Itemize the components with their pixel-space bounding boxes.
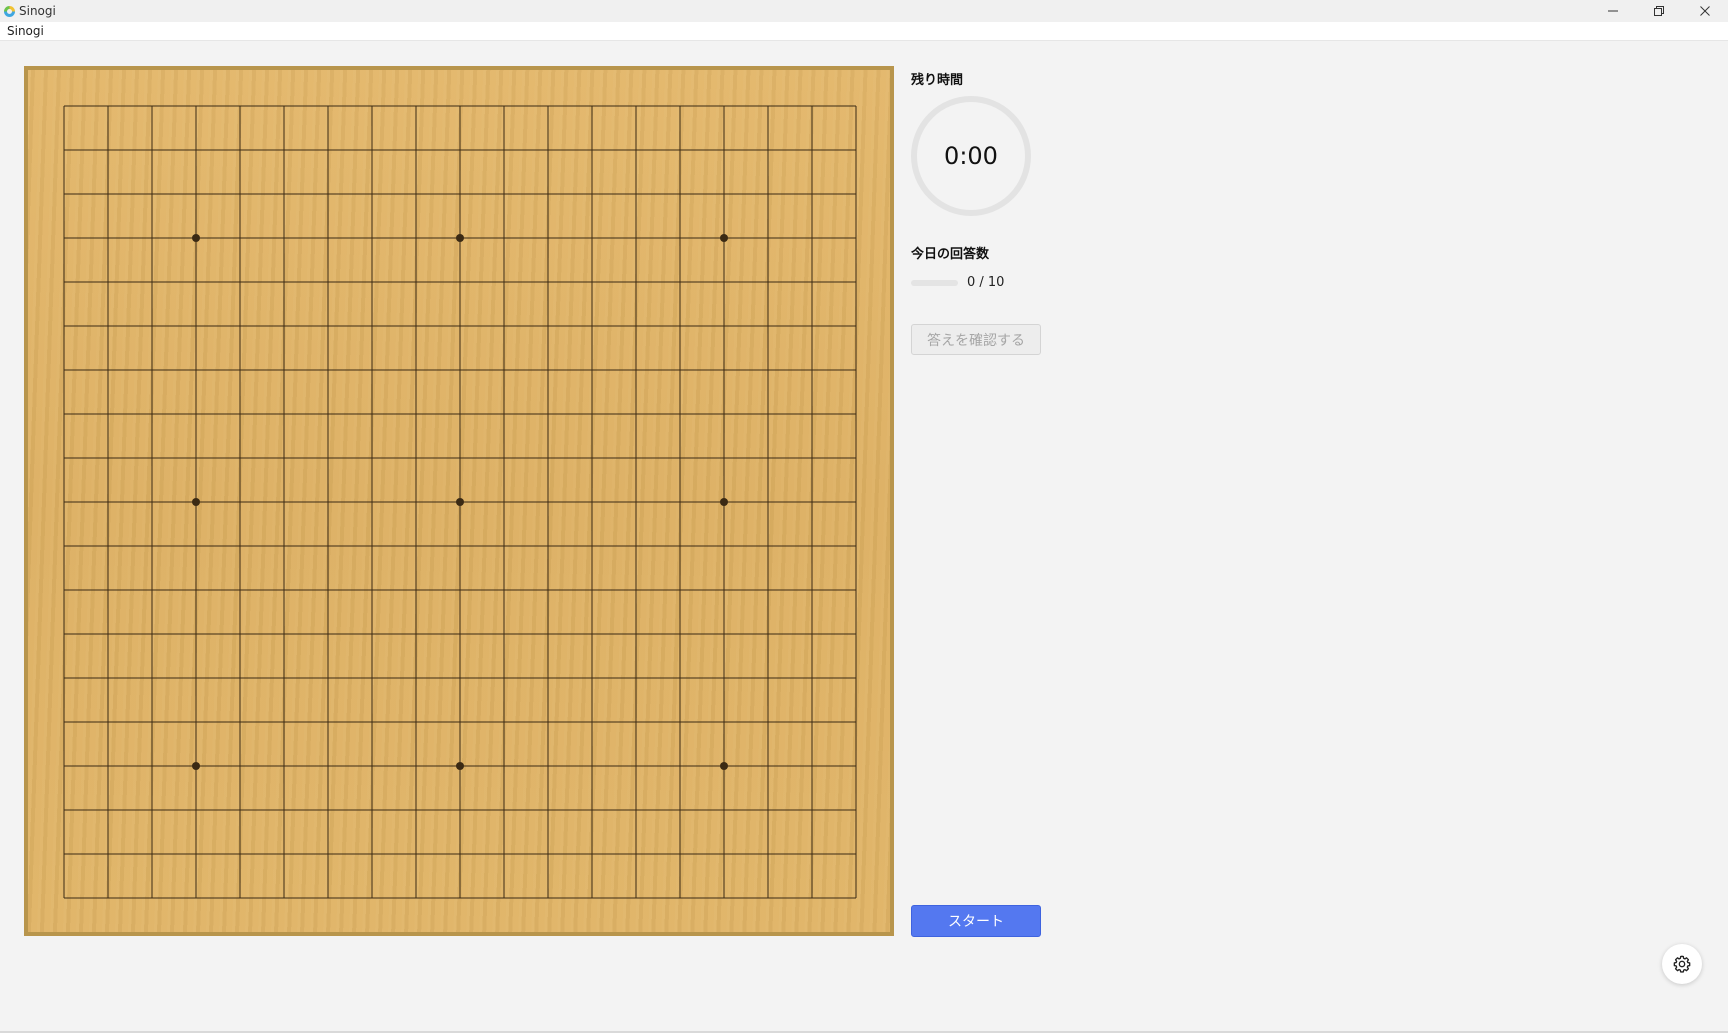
- close-icon: [1700, 6, 1710, 16]
- timer-ring: 0:00: [911, 96, 1031, 216]
- star-point: [456, 762, 464, 770]
- close-button[interactable]: [1682, 0, 1728, 22]
- daily-count-label: 今日の回答数: [911, 247, 990, 262]
- timer-label: 残り時間: [911, 73, 964, 88]
- menu-bar: Sinogi: [0, 22, 1728, 41]
- star-point: [720, 762, 728, 770]
- daily-progress: 0 / 10: [911, 275, 1004, 290]
- settings-button[interactable]: [1662, 944, 1702, 984]
- progress-text: 0 / 10: [967, 275, 1005, 290]
- check-answer-button[interactable]: 答えを確認する: [911, 324, 1041, 355]
- menu-item-sinogi[interactable]: Sinogi: [7, 24, 44, 38]
- star-point: [192, 234, 200, 242]
- title-bar: Sinogi: [0, 0, 1728, 22]
- go-board[interactable]: [24, 66, 894, 936]
- start-button[interactable]: スタート: [911, 905, 1041, 937]
- restore-icon: [1654, 6, 1664, 16]
- star-point: [720, 234, 728, 242]
- timer-value: 0:00: [944, 142, 998, 170]
- app-logo-icon: [4, 5, 15, 17]
- progress-bar: [911, 279, 958, 286]
- gear-icon: [1673, 955, 1691, 973]
- star-point: [192, 498, 200, 506]
- star-point: [720, 498, 728, 506]
- star-point: [456, 498, 464, 506]
- star-point: [456, 234, 464, 242]
- window-controls: [1590, 0, 1728, 22]
- star-point: [192, 762, 200, 770]
- window-title: Sinogi: [19, 4, 56, 18]
- restore-button[interactable]: [1636, 0, 1682, 22]
- minimize-icon: [1608, 10, 1618, 12]
- board-grid[interactable]: [28, 70, 890, 932]
- minimize-button[interactable]: [1590, 0, 1636, 22]
